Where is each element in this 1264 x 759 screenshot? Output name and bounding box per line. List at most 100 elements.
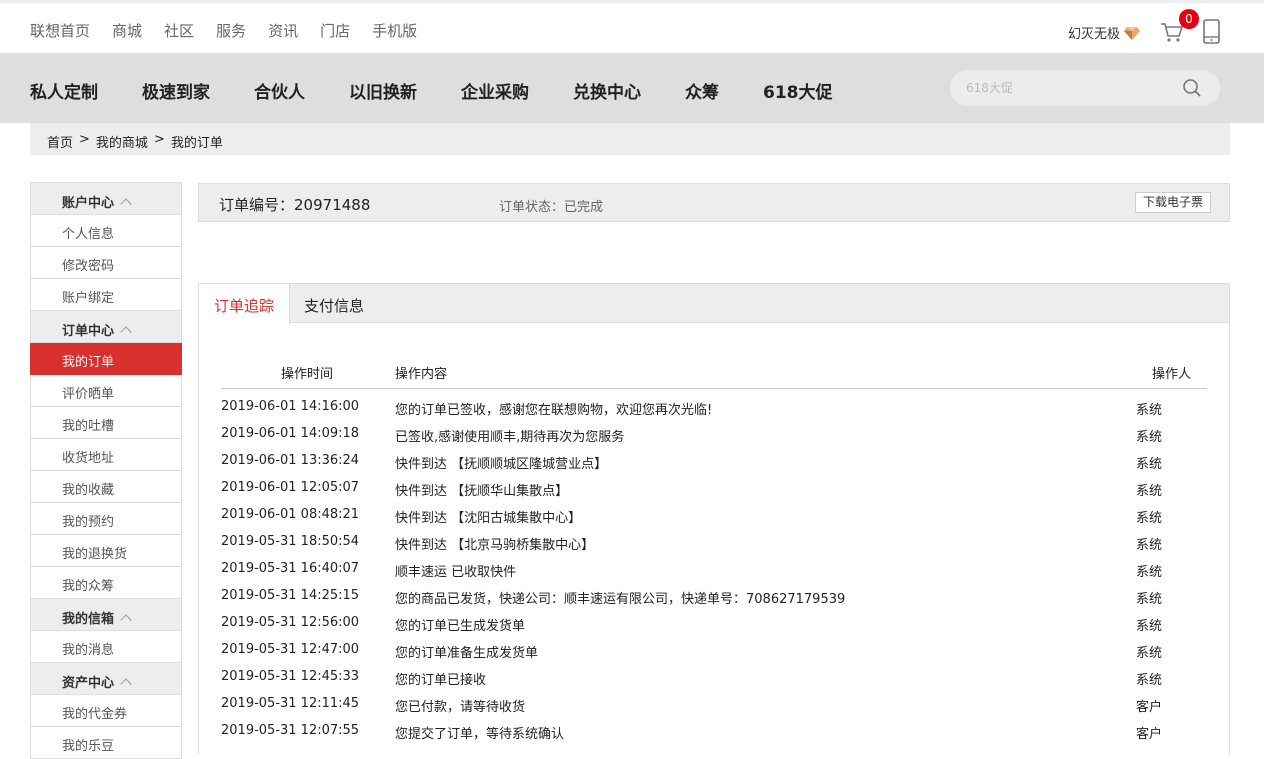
row-time: 2019-06-01 08:48:21 [221, 507, 360, 522]
chevron-up-icon [120, 678, 132, 690]
sidebar-group-label: 账户中心 [62, 196, 115, 211]
mainnav-express[interactable]: 极速到家 [142, 78, 210, 103]
table-row: 2019-05-31 12:45:33 您的订单已接收 系统 [221, 659, 1207, 688]
header-time: 操作时间 [281, 367, 334, 382]
breadcrumb-my-orders: 我的订单 [170, 136, 223, 151]
main-nav-items: 私人定制 极速到家 合伙人 以旧换新 企业采购 兑换中心 众筹 618大促 [30, 78, 877, 103]
breadcrumb-separator: > [79, 132, 90, 147]
cart-count-badge: 0 [1179, 9, 1199, 29]
sidebar-item[interactable]: 评价晒单 [30, 375, 182, 407]
sidebar-item[interactable]: 账户绑定 [30, 279, 182, 311]
tab-order-tracking[interactable]: 订单追踪 [199, 284, 290, 324]
order-status-label: 订单状态： [499, 200, 565, 215]
topnav-home[interactable]: 联想首页 [30, 20, 90, 41]
mainnav-enterprise[interactable]: 企业采购 [461, 78, 529, 103]
gem-icon [1124, 26, 1141, 40]
table-row: 2019-05-31 12:11:45 您已付款，请等待收货 客户 [221, 686, 1207, 715]
download-invoice-button[interactable]: 下载电子票 [1135, 192, 1212, 213]
sidebar-group[interactable]: 订单中心 [30, 310, 182, 343]
sidebar-group-label: 订单中心 [62, 324, 115, 339]
sidebar-item[interactable]: 我的吐槽 [30, 407, 182, 439]
sidebar: 账户中心个人信息 修改密码 账户绑定订单中心我的订单 评价晒单 我的吐槽 收货地址 我的收藏… [30, 182, 182, 759]
topnav-service[interactable]: 服务 [216, 20, 246, 41]
row-time: 2019-05-31 12:56:00 [221, 615, 360, 630]
search-input[interactable] [966, 78, 1176, 98]
row-time: 2019-05-31 12:47:00 [221, 642, 360, 657]
sidebar-item[interactable]: 我的众筹 [30, 567, 182, 599]
table-row: 2019-05-31 12:47:00 您的订单准备生成发货单 系统 [221, 632, 1207, 661]
table-row: 2019-06-01 13:36:24 快件到达 【抚顺顺城区隆城营业点】 系统 [221, 443, 1207, 472]
table-row: 2019-06-01 14:09:18 已签收,感谢使用顺丰,期待再次为您服务 系统 [221, 416, 1207, 445]
row-time: 2019-06-01 14:16:00 [221, 399, 360, 414]
sidebar-item[interactable]: 我的代金券 [30, 695, 182, 727]
row-time: 2019-05-31 16:40:07 [221, 561, 360, 576]
topnav-mall[interactable]: 商城 [112, 20, 142, 41]
chevron-up-icon [120, 614, 132, 626]
tracking-table-header: 操作时间 操作内容 操作人 [221, 362, 1207, 389]
topnav-store[interactable]: 门店 [320, 20, 350, 41]
sidebar-item[interactable]: 我的订单 [30, 343, 182, 375]
table-row: 2019-06-01 08:48:21 快件到达 【沈阳古城集散中心】 系统 [221, 497, 1207, 526]
mainnav-custom[interactable]: 私人定制 [30, 78, 98, 103]
row-content: 您提交了订单，等待系统确认 [395, 727, 565, 742]
chevron-up-icon [120, 326, 132, 338]
row-time: 2019-06-01 13:36:24 [221, 453, 360, 468]
mainnav-tradein[interactable]: 以旧换新 [349, 78, 417, 103]
topnav-mobile[interactable]: 手机版 [372, 20, 417, 41]
row-time: 2019-06-01 12:05:07 [221, 480, 360, 495]
tracking-rows: 2019-06-01 14:16:00 您的订单已签收，感谢您在联想购物，欢迎您再… [221, 389, 1207, 742]
sidebar-item[interactable]: 我的退换货 [30, 535, 182, 567]
sidebar-item[interactable]: 收货地址 [30, 439, 182, 471]
topnav-news[interactable]: 资讯 [268, 20, 298, 41]
sidebar-group[interactable]: 我的信箱 [30, 598, 182, 631]
mainnav-exchange[interactable]: 兑换中心 [573, 78, 641, 103]
breadcrumb-home[interactable]: 首页 [47, 132, 73, 155]
table-row: 2019-05-31 16:40:07 顺丰速运 已收取快件 系统 [221, 551, 1207, 580]
user-name-link[interactable]: 幻灭无极 [1068, 23, 1141, 42]
order-tracking-panel: 订单追踪 支付信息 操作时间 操作内容 操作人 2019-06-01 14:16… [198, 283, 1230, 754]
table-row: 2019-05-31 18:50:54 快件到达 【北京马驹桥集散中心】 系统 [221, 524, 1207, 553]
chevron-up-icon [120, 198, 132, 210]
search-icon[interactable] [1182, 78, 1202, 98]
sidebar-item[interactable]: 我的消息 [30, 631, 182, 663]
sidebar-group[interactable]: 账户中心 [30, 182, 182, 215]
tracking-table: 操作时间 操作内容 操作人 2019-06-01 14:16:00 您的订单已签收… [221, 362, 1207, 742]
sidebar-item[interactable]: 个人信息 [30, 215, 182, 247]
tab-payment-info[interactable]: 支付信息 [304, 284, 364, 323]
topnav-community[interactable]: 社区 [164, 20, 194, 41]
top-bar: 联想首页 商城 社区 服务 资讯 门店 手机版 幻灭无极 0 [0, 0, 1264, 53]
order-number-label: 订单编号： [219, 196, 295, 214]
header-operator: 操作人 [1152, 367, 1192, 382]
sidebar-group-label: 资产中心 [62, 676, 115, 691]
table-row: 2019-05-31 12:56:00 您的订单已生成发货单 系统 [221, 605, 1207, 634]
table-row: 2019-06-01 12:05:07 快件到达 【抚顺华山集散点】 系统 [221, 470, 1207, 499]
sidebar-group-label: 我的信箱 [62, 612, 115, 627]
order-status: 订单状态：已完成 [499, 196, 603, 215]
mainnav-partner[interactable]: 合伙人 [254, 78, 305, 103]
sidebar-group[interactable]: 资产中心 [30, 662, 182, 695]
table-row: 2019-06-01 14:16:00 您的订单已签收，感谢您在联想购物，欢迎您再… [221, 389, 1207, 418]
sidebar-item[interactable]: 我的收藏 [30, 471, 182, 503]
breadcrumb-separator: > [153, 132, 165, 147]
row-time: 2019-05-31 12:07:55 [221, 723, 360, 738]
row-operator: 客户 [1136, 727, 1163, 742]
breadcrumb: 首页 > 我的商城 > 我的订单 [30, 123, 1230, 155]
header-content: 操作内容 [395, 367, 448, 382]
order-number: 订单编号：20971488 [219, 194, 370, 215]
row-time: 2019-05-31 12:45:33 [221, 669, 360, 684]
phone-icon[interactable] [1203, 19, 1220, 44]
sidebar-item[interactable]: 修改密码 [30, 247, 182, 279]
search-box [950, 70, 1220, 106]
row-time: 2019-05-31 12:11:45 [221, 696, 360, 711]
mainnav-crowdfunding[interactable]: 众筹 [685, 78, 719, 103]
breadcrumb-my-mall[interactable]: 我的商城 [96, 132, 148, 155]
order-status-value: 已完成 [564, 200, 604, 215]
order-summary: 订单编号：20971488 订单状态：已完成 下载电子票 [198, 183, 1230, 222]
order-number-value: 20971488 [294, 196, 371, 214]
row-time: 2019-06-01 14:09:18 [221, 426, 360, 441]
table-row: 2019-05-31 14:25:15 您的商品已发货，快递公司：顺丰速运有限公司… [221, 578, 1207, 607]
sidebar-item[interactable]: 我的预约 [30, 503, 182, 535]
mainnav-618[interactable]: 618大促 [763, 78, 833, 103]
sidebar-item[interactable]: 我的乐豆 [30, 727, 182, 759]
main-nav: 私人定制 极速到家 合伙人 以旧换新 企业采购 兑换中心 众筹 618大促 [0, 53, 1264, 123]
